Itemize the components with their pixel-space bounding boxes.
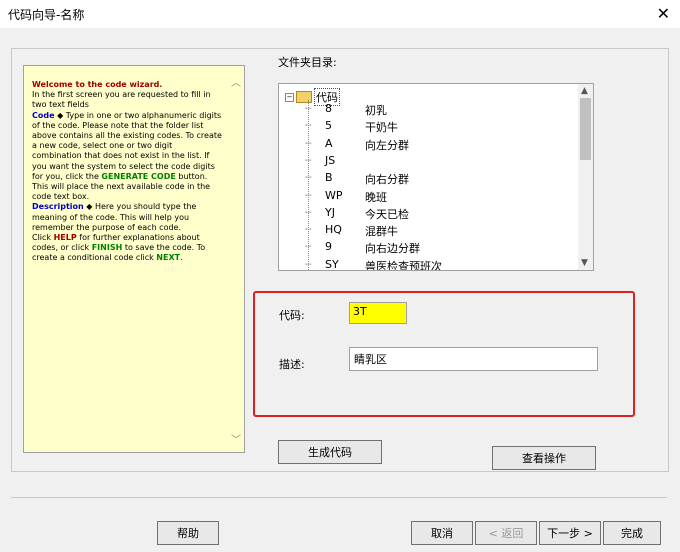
cancel-button[interactable]: 取消 bbox=[411, 521, 473, 545]
tree-item[interactable]: ┄ YJ 今天已检 bbox=[305, 206, 525, 223]
tree-item-code: YJ bbox=[325, 205, 335, 219]
back-button[interactable]: < 返回 bbox=[475, 521, 537, 545]
help-scrollbar[interactable]: ︿ ﹀ bbox=[228, 66, 244, 452]
help-code-body: Type in one or two alphanumeric digits o… bbox=[32, 110, 222, 181]
help-button[interactable]: 帮助 bbox=[157, 521, 219, 545]
tree-item-code: B bbox=[325, 171, 333, 185]
help-code-term: Code bbox=[32, 110, 55, 120]
help-generate-term: GENERATE CODE bbox=[101, 171, 176, 181]
help-intro-title: Welcome to the code wizard. bbox=[32, 80, 163, 89]
scroll-up-icon[interactable]: ▲ bbox=[581, 86, 588, 96]
help-text: Welcome to the code wizard. In the first… bbox=[32, 80, 222, 264]
code-tree[interactable]: − 代码 ┄ 8 初乳 ┄ 5 干奶牛 ┄ A 向左分群 ┄ JS ┄ B 向右分群 ┄ WP 晚班 ┄ YJ 今天已… bbox=[278, 83, 594, 271]
tree-connector: ┄ bbox=[305, 171, 312, 185]
description-input[interactable]: 睛乳区 bbox=[349, 347, 598, 371]
tree-item-code: 8 bbox=[325, 102, 332, 115]
tree-item-name: 向右分群 bbox=[365, 173, 409, 187]
tree-item-code: 9 bbox=[325, 240, 332, 254]
tree-item-name: 向左分群 bbox=[365, 138, 409, 152]
view-operations-button[interactable]: 查看操作 bbox=[492, 446, 596, 470]
tree-connector: ┄ bbox=[305, 188, 312, 202]
tree-item-code: HQ bbox=[325, 223, 342, 237]
help-click-pre: Click bbox=[32, 233, 54, 243]
tree-item-name: 初乳 bbox=[365, 104, 387, 117]
help-finish-term: FINISH bbox=[91, 243, 123, 253]
tree-item[interactable]: ┄ SY 兽医检查预班次 bbox=[305, 257, 525, 271]
tree-item[interactable]: ┄ JS bbox=[305, 154, 525, 171]
window-title: 代码向导-名称 bbox=[8, 8, 85, 22]
finish-button[interactable]: 完成 bbox=[603, 521, 661, 545]
tree-item-name: 兽医检查预班次 bbox=[365, 259, 442, 271]
help-description-term: Description bbox=[32, 202, 84, 212]
tree-connector: ┄ bbox=[305, 257, 312, 271]
tree-item-name: 混群牛 bbox=[365, 225, 398, 239]
help-next-body: . bbox=[180, 253, 183, 263]
help-help-term: HELP bbox=[53, 233, 77, 243]
scroll-thumb[interactable] bbox=[580, 98, 591, 160]
tree-item[interactable]: ┄ 8 初乳 bbox=[305, 102, 525, 119]
tree-item-code: SY bbox=[325, 257, 339, 271]
chevron-up-icon[interactable]: ︿ bbox=[231, 74, 241, 89]
tree-connector: ┄ bbox=[305, 102, 312, 115]
chevron-down-icon[interactable]: ﹀ bbox=[231, 431, 241, 446]
tree-item-code: WP bbox=[325, 188, 343, 202]
tree-connector: ┄ bbox=[305, 119, 312, 133]
tree-connector: ┄ bbox=[305, 205, 312, 219]
desc-label: 描述: bbox=[279, 358, 305, 371]
code-label: 代码: bbox=[279, 309, 305, 322]
tree-connector: ┄ bbox=[305, 136, 312, 150]
tree-item[interactable]: ┄ 9 向右边分群 bbox=[305, 240, 525, 257]
tree-connector: ┄ bbox=[305, 223, 312, 237]
tree-scrollbar[interactable]: ▲ ▼ bbox=[578, 84, 593, 270]
tree-item-code: 5 bbox=[325, 119, 332, 133]
tree-item[interactable]: ┄ A 向左分群 bbox=[305, 137, 525, 154]
generate-code-button[interactable]: 生成代码 bbox=[278, 440, 382, 464]
tree-item[interactable]: ┄ B 向右分群 bbox=[305, 171, 525, 188]
tree-connector: ┄ bbox=[305, 240, 312, 254]
collapse-icon[interactable]: − bbox=[285, 92, 294, 102]
tree-item[interactable]: ┄ WP 晚班 bbox=[305, 189, 525, 206]
tree-item-name: 向右边分群 bbox=[365, 242, 420, 256]
code-input[interactable]: 3T bbox=[349, 302, 407, 324]
tree-item[interactable]: ┄ HQ 混群牛 bbox=[305, 223, 525, 240]
folder-label: 文件夹目录: bbox=[278, 56, 337, 69]
tree-item-name: 干奶牛 bbox=[365, 121, 398, 135]
tree-item-code: JS bbox=[325, 153, 336, 167]
help-panel: Welcome to the code wizard. In the first… bbox=[23, 65, 245, 453]
next-button[interactable]: 下一步 > bbox=[539, 521, 601, 545]
tree-item-name: 晚班 bbox=[365, 190, 387, 204]
title-bar: 代码向导-名称 ✕ bbox=[0, 0, 680, 28]
divider bbox=[11, 497, 667, 498]
tree-connector: ┄ bbox=[305, 153, 312, 167]
scroll-down-icon[interactable]: ▼ bbox=[581, 258, 588, 268]
help-next-term: NEXT bbox=[156, 253, 181, 263]
tree-item-code: A bbox=[325, 136, 333, 150]
tree-item-name bbox=[365, 154, 525, 171]
close-icon[interactable]: ✕ bbox=[657, 4, 670, 23]
tree-item[interactable]: ┄ 5 干奶牛 bbox=[305, 119, 525, 136]
help-intro-body: In the first screen you are requested to… bbox=[32, 90, 211, 110]
tree-item-name: 今天已检 bbox=[365, 207, 409, 221]
